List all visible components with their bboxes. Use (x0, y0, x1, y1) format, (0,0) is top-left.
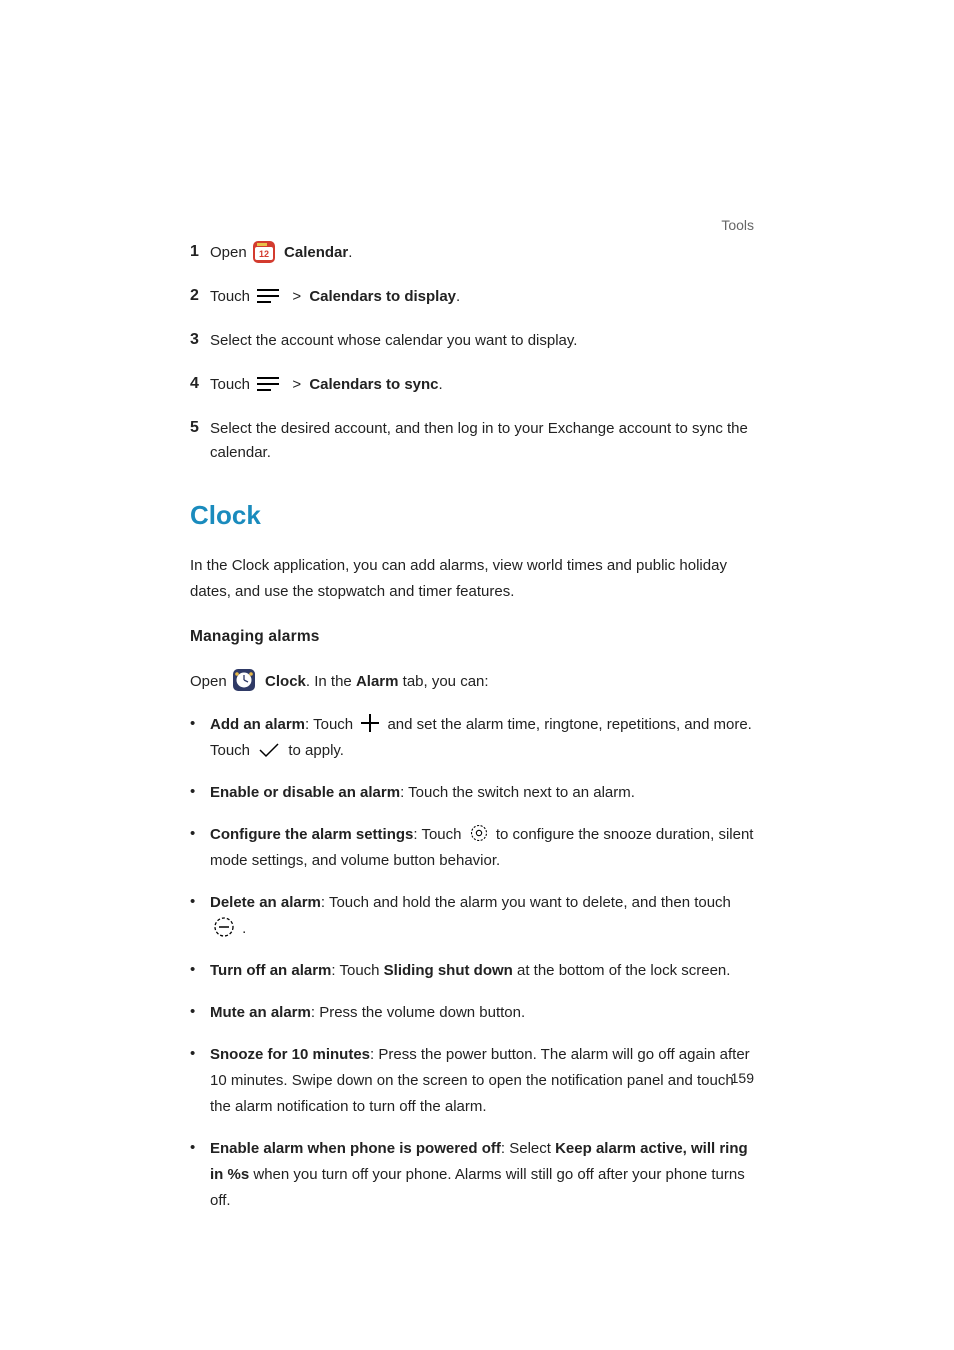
step-5: 5 Select the desired account, and then l… (190, 417, 754, 465)
step-text-post: . (439, 376, 443, 393)
step-body: Touch > Calendars to display. (210, 285, 754, 309)
step-text-post: . (348, 244, 352, 261)
steps-list: 1 Open 12 Calendar. 2 Touch (190, 241, 754, 465)
bullet-icon: • (190, 780, 210, 804)
bullet-body: Enable or disable an alarm: Touch the sw… (210, 780, 754, 806)
bullet-label: Snooze for 10 minutes (210, 1046, 370, 1063)
open-clock-line: Open Clock. In the Alarm tab, you can: (190, 669, 754, 694)
open-post: tab, you can: (398, 673, 488, 690)
bullet-label: Add an alarm (210, 716, 305, 733)
step-number: 5 (190, 417, 210, 439)
subheading-managing-alarms: Managing alarms (190, 625, 754, 649)
bullets-list: • Add an alarm: Touch and set the alarm … (190, 712, 754, 1214)
open-pre: Open (190, 673, 231, 690)
step-body: Open 12 Calendar. (210, 241, 754, 265)
menu-icon (257, 377, 279, 391)
step-body: Select the account whose calendar you wa… (210, 329, 754, 353)
plus-icon (361, 714, 379, 732)
step-body: Touch > Calendars to sync. (210, 373, 754, 397)
bullet-text: to apply. (288, 742, 344, 759)
bullet-text: : Touch and hold the alarm you want to d… (321, 894, 731, 911)
gear-icon (469, 823, 489, 843)
bullet-label: Mute an alarm (210, 1004, 311, 1021)
step-text-pre: Touch (210, 288, 254, 305)
content: 1 Open 12 Calendar. 2 Touch (190, 241, 754, 1214)
bullet-label: Enable alarm when phone is powered off (210, 1140, 501, 1157)
calendar-label: Calendar (284, 244, 348, 261)
bullet-text: : Touch the switch next to an alarm. (400, 784, 635, 801)
bullet-label: Enable or disable an alarm (210, 784, 400, 801)
chevron-right-icon: > (292, 376, 305, 393)
bullet-icon: • (190, 890, 210, 914)
bullet-delete-alarm: • Delete an alarm: Touch and hold the al… (190, 890, 754, 942)
bullet-icon: • (190, 958, 210, 982)
minus-circle-icon (213, 916, 235, 938)
section-intro: In the Clock application, you can add al… (190, 553, 754, 605)
bullet-text: : Press the volume down button. (311, 1004, 525, 1021)
bullet-label: Configure the alarm settings (210, 826, 413, 843)
bullet-icon: • (190, 1042, 210, 1066)
step-1: 1 Open 12 Calendar. (190, 241, 754, 265)
bullet-icon: • (190, 822, 210, 846)
page: Tools 1 Open 12 Calendar. 2 (0, 0, 954, 1350)
bullet-text: : Touch (305, 716, 357, 733)
bullet-mute: • Mute an alarm: Press the volume down b… (190, 1000, 754, 1026)
bullet-body: Turn off an alarm: Touch Sliding shut do… (210, 958, 754, 984)
check-icon (258, 742, 280, 758)
chevron-right-icon: > (292, 288, 305, 305)
sliding-shut-down-label: Sliding shut down (384, 962, 513, 979)
bullet-enable-disable: • Enable or disable an alarm: Touch the … (190, 780, 754, 806)
bullet-turn-off: • Turn off an alarm: Touch Sliding shut … (190, 958, 754, 984)
section-title-clock: Clock (190, 495, 754, 535)
bullet-add-alarm: • Add an alarm: Touch and set the alarm … (190, 712, 754, 764)
step-number: 2 (190, 285, 210, 307)
page-number: 159 (731, 1068, 754, 1090)
open-mid1: . In the (306, 673, 356, 690)
step-text-pre: Open (210, 244, 251, 261)
bullet-icon: • (190, 1000, 210, 1024)
step-number: 1 (190, 241, 210, 263)
step-2: 2 Touch > Calendars to display. (190, 285, 754, 309)
step-4: 4 Touch > Calendars to sync. (190, 373, 754, 397)
calendars-to-display-label: Calendars to display (309, 288, 456, 305)
menu-icon (257, 289, 279, 303)
bullet-body: Delete an alarm: Touch and hold the alar… (210, 890, 754, 942)
step-body: Select the desired account, and then log… (210, 417, 754, 465)
header-section-label: Tools (721, 215, 754, 237)
calendars-to-sync-label: Calendars to sync (309, 376, 438, 393)
bullet-body: Mute an alarm: Press the volume down but… (210, 1000, 754, 1026)
clock-label: Clock (265, 673, 306, 690)
bullet-body: Add an alarm: Touch and set the alarm ti… (210, 712, 754, 764)
bullet-text: . (242, 920, 246, 937)
alarm-tab-label: Alarm (356, 673, 399, 690)
step-text-pre: Touch (210, 376, 254, 393)
step-text-post: . (456, 288, 460, 305)
bullet-label: Delete an alarm (210, 894, 321, 911)
bullet-body: Snooze for 10 minutes: Press the power b… (210, 1042, 754, 1120)
bullet-enable-powered-off: • Enable alarm when phone is powered off… (190, 1136, 754, 1214)
bullet-body: Enable alarm when phone is powered off: … (210, 1136, 754, 1214)
bullet-text: : Touch (331, 962, 383, 979)
calendar-icon: 12 (253, 241, 275, 263)
bullet-icon: • (190, 1136, 210, 1160)
clock-app-icon (233, 669, 255, 691)
bullet-label: Turn off an alarm (210, 962, 331, 979)
bullet-text: : Select (501, 1140, 555, 1157)
bullet-text: at the bottom of the lock screen. (513, 962, 731, 979)
bullet-body: Configure the alarm settings: Touch to c… (210, 822, 754, 874)
bullet-text: when you turn off your phone. Alarms wil… (210, 1166, 745, 1209)
svg-text:12: 12 (259, 249, 269, 259)
step-3: 3 Select the account whose calendar you … (190, 329, 754, 353)
bullet-text: : Touch (413, 826, 465, 843)
step-number: 4 (190, 373, 210, 395)
bullet-configure-settings: • Configure the alarm settings: Touch to… (190, 822, 754, 874)
bullet-icon: • (190, 712, 210, 736)
bullet-snooze: • Snooze for 10 minutes: Press the power… (190, 1042, 754, 1120)
step-number: 3 (190, 329, 210, 351)
